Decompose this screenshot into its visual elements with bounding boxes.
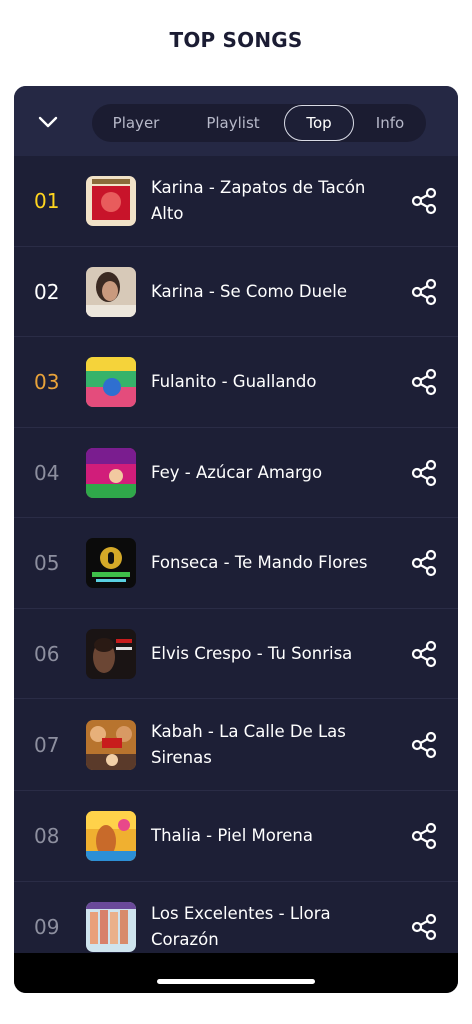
top-songs-card: Player Playlist Top Info 01 Karina - Zap… bbox=[14, 86, 458, 993]
song-row[interactable]: 03 Fulanito - Guallando bbox=[14, 337, 458, 428]
tab-player[interactable]: Player bbox=[98, 104, 174, 142]
song-row[interactable]: 08 Thalia - Piel Morena bbox=[14, 791, 458, 882]
song-rank: 06 bbox=[34, 641, 60, 666]
tab-bar: Player Playlist Top Info bbox=[92, 104, 426, 142]
card-header: Player Playlist Top Info bbox=[14, 86, 458, 156]
share-icon[interactable] bbox=[410, 368, 438, 396]
album-art bbox=[86, 901, 136, 952]
album-art bbox=[86, 628, 136, 679]
song-title: Elvis Crespo - Tu Sonrisa bbox=[151, 643, 353, 663]
album-art bbox=[86, 357, 136, 407]
song-rank: 05 bbox=[34, 551, 60, 575]
song-title: Karina - Se Como Duele bbox=[151, 281, 347, 301]
tab-top[interactable]: Top bbox=[284, 105, 354, 141]
song-rank: 03 bbox=[34, 370, 60, 394]
album-art bbox=[86, 266, 136, 317]
tab-playlist[interactable]: Playlist bbox=[188, 104, 278, 142]
song-list: 01 Karina - Zapatos de Tacón Alto 02 Kar… bbox=[14, 156, 458, 972]
share-icon[interactable] bbox=[410, 913, 438, 941]
share-icon[interactable] bbox=[410, 640, 438, 668]
share-icon[interactable] bbox=[410, 731, 438, 759]
song-title: Fonseca - Te Mando Flores bbox=[151, 553, 368, 572]
song-rank: 08 bbox=[34, 824, 60, 848]
song-row[interactable]: 01 Karina - Zapatos de Tacón Alto bbox=[14, 156, 458, 247]
share-icon[interactable] bbox=[410, 549, 438, 577]
song-rank: 07 bbox=[34, 733, 60, 757]
song-rank: 04 bbox=[34, 460, 60, 485]
tab-info[interactable]: Info bbox=[360, 104, 420, 142]
chevron-down-icon bbox=[38, 116, 58, 128]
song-row[interactable]: 05 Fonseca - Te Mando Flores bbox=[14, 518, 458, 609]
album-art bbox=[86, 176, 136, 226]
album-art bbox=[86, 811, 136, 861]
page-title: TOP SONGS bbox=[169, 28, 303, 52]
album-art bbox=[86, 538, 136, 588]
song-rank: 02 bbox=[34, 279, 60, 304]
song-rank: 01 bbox=[34, 189, 60, 213]
share-icon[interactable] bbox=[410, 459, 438, 487]
song-title: Kabah - La Calle De Las Sirenas bbox=[151, 722, 346, 767]
song-row[interactable]: 02 Karina - Se Como Duele bbox=[14, 247, 458, 337]
album-art bbox=[86, 447, 136, 498]
song-row[interactable]: 06 Elvis Crespo - Tu Sonrisa bbox=[14, 609, 458, 699]
album-art bbox=[86, 720, 136, 770]
share-icon[interactable] bbox=[410, 278, 438, 306]
share-icon[interactable] bbox=[410, 822, 438, 850]
song-row[interactable]: 04 Fey - Azúcar Amargo bbox=[14, 428, 458, 518]
song-title: Thalia - Piel Morena bbox=[151, 826, 313, 845]
home-indicator[interactable] bbox=[157, 979, 315, 984]
song-title: Karina - Zapatos de Tacón Alto bbox=[151, 178, 366, 223]
song-row[interactable]: 07 Kabah - La Calle De Las Sirenas bbox=[14, 699, 458, 791]
collapse-button[interactable] bbox=[34, 111, 62, 133]
home-bar-area bbox=[14, 953, 458, 993]
song-title: Fulanito - Guallando bbox=[151, 372, 317, 391]
share-icon[interactable] bbox=[410, 187, 438, 215]
song-title: Fey - Azúcar Amargo bbox=[151, 462, 323, 482]
